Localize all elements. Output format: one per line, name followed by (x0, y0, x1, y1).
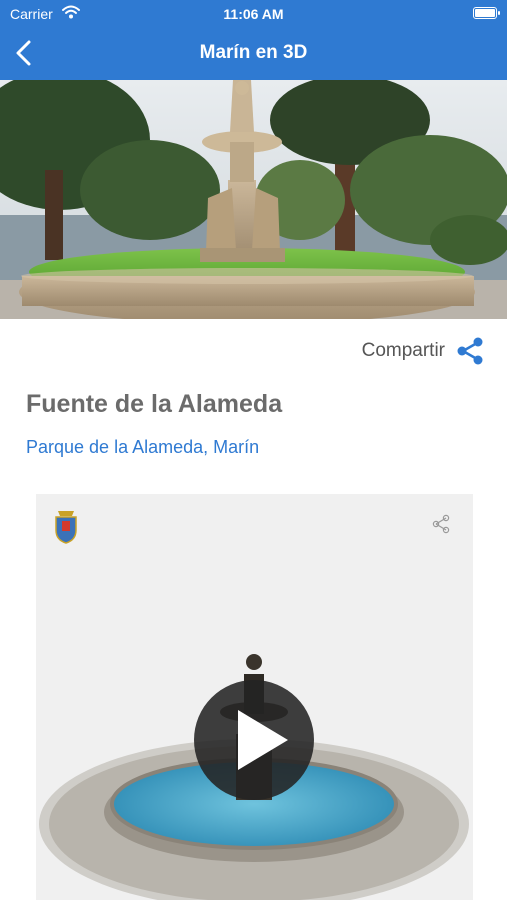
share-icon (457, 337, 483, 365)
play-button[interactable] (194, 680, 314, 800)
place-title: Fuente de la Alameda (26, 390, 283, 418)
place-location-link[interactable]: Parque de la Alameda, Marín (26, 437, 259, 458)
navigation-bar: Marín en 3D (0, 28, 507, 80)
fountain-photo (0, 80, 507, 319)
coat-of-arms-icon (52, 508, 80, 549)
hero-photo (0, 80, 507, 319)
status-bar: Carrier 11:06 AM (0, 0, 507, 28)
share-label: Compartir (361, 340, 445, 361)
clock: 11:06 AM (223, 6, 284, 22)
page-title: Marín en 3D (199, 42, 308, 63)
battery-icon (473, 7, 500, 19)
share-button[interactable]: Compartir (362, 336, 485, 366)
viewer-share-icon[interactable] (431, 514, 451, 539)
model-viewer[interactable] (36, 494, 473, 900)
